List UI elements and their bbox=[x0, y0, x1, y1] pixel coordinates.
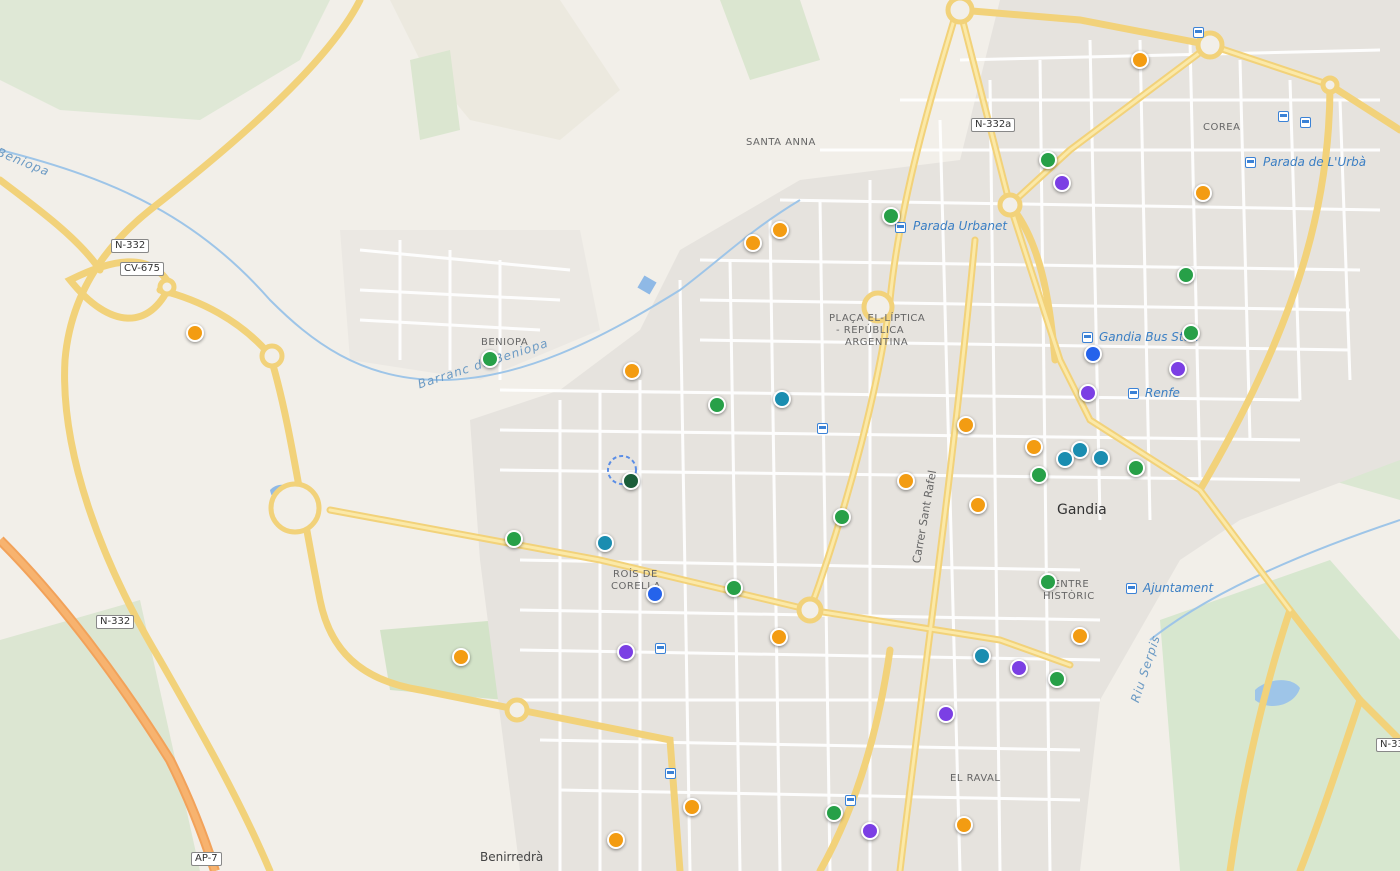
label-parada-urba: Parada de L'Urbà bbox=[1263, 155, 1367, 169]
label-rois-1: ROÍS DE bbox=[613, 569, 658, 580]
map-marker-orange[interactable] bbox=[1071, 627, 1089, 645]
map-marker-orange[interactable] bbox=[1194, 184, 1212, 202]
bus-stop-icon[interactable] bbox=[817, 423, 828, 434]
map-marker-orange[interactable] bbox=[623, 362, 641, 380]
map-marker-green[interactable] bbox=[1182, 324, 1200, 342]
map-marker-orange[interactable] bbox=[770, 628, 788, 646]
map-marker-purple[interactable] bbox=[861, 822, 879, 840]
road-shield-n332a: N-332a bbox=[971, 118, 1016, 132]
map-marker-orange[interactable] bbox=[969, 496, 987, 514]
map-marker-green[interactable] bbox=[708, 396, 726, 414]
map-marker-teal[interactable] bbox=[773, 390, 791, 408]
map-marker-teal[interactable] bbox=[973, 647, 991, 665]
map-marker-blue[interactable] bbox=[1084, 345, 1102, 363]
map-marker-orange[interactable] bbox=[607, 831, 625, 849]
map-base bbox=[0, 0, 1400, 871]
map-marker-green[interactable] bbox=[882, 207, 900, 225]
map-marker-green[interactable] bbox=[505, 530, 523, 548]
label-santa-anna: SANTA ANNA bbox=[746, 137, 816, 148]
bus-stop-icon[interactable] bbox=[1082, 332, 1093, 343]
label-centre-2: HISTÒRIC bbox=[1043, 591, 1095, 602]
road-shield-ap7: AP-7 bbox=[191, 852, 222, 866]
map-marker-darkgreen[interactable] bbox=[622, 472, 640, 490]
train-station-icon[interactable] bbox=[1128, 388, 1139, 399]
map-marker-orange[interactable] bbox=[955, 816, 973, 834]
label-parada-urbanet: Parada Urbanet bbox=[913, 219, 1008, 233]
map-marker-green[interactable] bbox=[825, 804, 843, 822]
map-marker-purple[interactable] bbox=[1010, 659, 1028, 677]
road-shield-cv675: CV-675 bbox=[120, 262, 164, 276]
label-placa-3: ARGENTINA bbox=[845, 337, 909, 348]
map-viewport[interactable]: SANTA ANNA COREA BENIOPA PLAÇA EL-LÍPTIC… bbox=[0, 0, 1400, 871]
label-corea: COREA bbox=[1203, 122, 1241, 133]
label-gandia: Gandia bbox=[1057, 502, 1107, 518]
map-marker-orange[interactable] bbox=[186, 324, 204, 342]
label-ajuntament: Ajuntament bbox=[1143, 581, 1214, 595]
label-benirredra: Benirredrà bbox=[480, 850, 544, 864]
bus-stop-icon[interactable] bbox=[895, 222, 906, 233]
bus-stop-icon[interactable] bbox=[1245, 157, 1256, 168]
map-marker-green[interactable] bbox=[1048, 670, 1066, 688]
map-marker-teal[interactable] bbox=[596, 534, 614, 552]
map-marker-orange[interactable] bbox=[683, 798, 701, 816]
map-marker-purple[interactable] bbox=[1169, 360, 1187, 378]
map-marker-orange[interactable] bbox=[744, 234, 762, 252]
label-placa-2: - REPÚBLICA bbox=[836, 325, 905, 336]
road-shield-n332-left: N-332 bbox=[96, 615, 135, 629]
label-placa-1: PLAÇA EL-LÍPTICA bbox=[829, 313, 926, 324]
map-marker-purple[interactable] bbox=[1079, 384, 1097, 402]
map-marker-green[interactable] bbox=[1177, 266, 1195, 284]
map-marker-teal[interactable] bbox=[1092, 449, 1110, 467]
map-marker-orange[interactable] bbox=[1131, 51, 1149, 69]
bus-stop-icon[interactable] bbox=[665, 768, 676, 779]
map-marker-teal[interactable] bbox=[1056, 450, 1074, 468]
bus-stop-icon[interactable] bbox=[1126, 583, 1137, 594]
road-shield-n33: N-33 bbox=[1376, 738, 1400, 752]
map-marker-orange[interactable] bbox=[1025, 438, 1043, 456]
map-marker-green[interactable] bbox=[725, 579, 743, 597]
label-el-raval: EL RAVAL bbox=[950, 773, 1001, 784]
map-marker-orange[interactable] bbox=[957, 416, 975, 434]
map-marker-green[interactable] bbox=[1127, 459, 1145, 477]
map-marker-orange[interactable] bbox=[897, 472, 915, 490]
bus-stop-icon[interactable] bbox=[1300, 117, 1311, 128]
map-marker-purple[interactable] bbox=[1053, 174, 1071, 192]
map-marker-green[interactable] bbox=[833, 508, 851, 526]
map-marker-green[interactable] bbox=[481, 350, 499, 368]
bus-stop-icon[interactable] bbox=[1278, 111, 1289, 122]
map-marker-green[interactable] bbox=[1030, 466, 1048, 484]
map-marker-purple[interactable] bbox=[937, 705, 955, 723]
bus-stop-icon[interactable] bbox=[845, 795, 856, 806]
map-marker-green[interactable] bbox=[1039, 573, 1057, 591]
map-marker-purple[interactable] bbox=[617, 643, 635, 661]
bus-stop-icon[interactable] bbox=[1193, 27, 1204, 38]
map-marker-orange[interactable] bbox=[771, 221, 789, 239]
map-marker-blue[interactable] bbox=[646, 585, 664, 603]
bus-stop-icon[interactable] bbox=[655, 643, 666, 654]
map-marker-green[interactable] bbox=[1039, 151, 1057, 169]
map-marker-orange[interactable] bbox=[452, 648, 470, 666]
road-shield-n332: N-332 bbox=[111, 239, 150, 253]
label-renfe: Renfe bbox=[1145, 386, 1180, 400]
